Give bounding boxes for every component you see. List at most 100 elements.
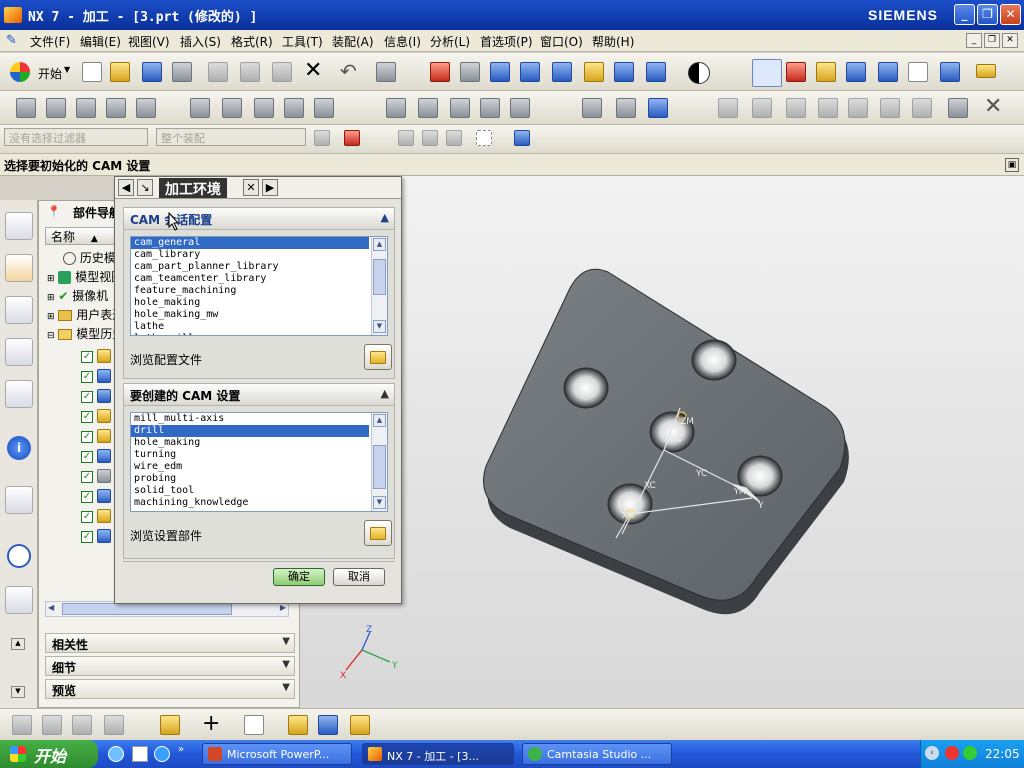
tool-holder-icon[interactable]: [288, 715, 308, 735]
menu-analysis[interactable]: 分析(L): [430, 33, 470, 50]
config-item[interactable]: hole_making_mw: [131, 309, 369, 321]
machine-tool-icon[interactable]: [582, 98, 602, 118]
graphics-window[interactable]: ZM ZC YC XC XM YM Y Z Y X: [300, 176, 1024, 708]
menu-format[interactable]: 格式(R): [231, 33, 273, 50]
visible-checkbox[interactable]: ✓: [81, 470, 93, 483]
browse-config-button[interactable]: [364, 344, 392, 370]
start-button[interactable]: 开始: [0, 740, 98, 768]
menu-window[interactable]: 窗口(O): [540, 33, 583, 50]
show-desktop-icon[interactable]: [108, 746, 124, 762]
setup-item[interactable]: drill: [131, 425, 369, 437]
snap-center-icon[interactable]: [446, 130, 462, 146]
assembly-filter-combo[interactable]: 整个装配: [156, 128, 306, 146]
tray-record-icon[interactable]: [945, 746, 959, 760]
transform-icon[interactable]: [480, 98, 500, 118]
shade-icon[interactable]: [688, 62, 710, 84]
dialog-reset-icon[interactable]: ↘: [137, 179, 153, 196]
csys-icon[interactable]: [786, 62, 806, 82]
copy-icon[interactable]: [240, 62, 260, 82]
menu-file[interactable]: 文件(F): [30, 33, 70, 50]
scroll-up-icon[interactable]: ▲: [373, 414, 386, 427]
feature-row[interactable]: ✓: [81, 429, 111, 443]
scroll-down-icon[interactable]: ▼: [373, 320, 386, 333]
surface-icon[interactable]: [752, 98, 772, 118]
resbar-scroll-up-icon[interactable]: ▲: [11, 638, 25, 650]
wcs-icon[interactable]: [752, 59, 782, 87]
machine-navigator-icon[interactable]: [5, 338, 33, 366]
dialog-expand-right-icon[interactable]: ▶: [262, 179, 278, 196]
config-item[interactable]: feature_machining: [131, 285, 369, 297]
search-icon[interactable]: [848, 98, 868, 118]
part-navigator-icon[interactable]: [5, 254, 33, 282]
resbar-scroll-down-icon[interactable]: ▼: [11, 686, 25, 698]
pin-icon[interactable]: 📍: [47, 205, 61, 218]
replay-path-icon[interactable]: [222, 98, 242, 118]
doc-restore-button[interactable]: ❐: [984, 33, 1000, 48]
config-item[interactable]: cam_library: [131, 249, 369, 261]
fit-icon[interactable]: [430, 62, 450, 82]
scroll-left-icon[interactable]: ◀: [48, 603, 54, 612]
print-icon[interactable]: [172, 62, 192, 82]
visible-checkbox[interactable]: ✓: [81, 370, 93, 383]
chevron-up-icon[interactable]: ▲: [381, 211, 389, 224]
roles-icon[interactable]: [5, 586, 33, 614]
dialog-close-icon[interactable]: ✕: [243, 179, 259, 196]
create-operation-icon[interactable]: [136, 98, 156, 118]
task-camtasia[interactable]: Camtasia Studio ...: [522, 743, 672, 765]
rotate-icon[interactable]: [552, 62, 572, 82]
setup-list-scrollbar[interactable]: ▲ ▼: [371, 413, 387, 511]
crosshair-icon[interactable]: +: [202, 712, 220, 736]
config-item[interactable]: hole_making: [131, 297, 369, 309]
setup-item[interactable]: solid_tool: [131, 485, 369, 497]
visible-checkbox[interactable]: ✓: [81, 510, 93, 523]
history-clock-icon[interactable]: [7, 544, 31, 568]
config-item[interactable]: cam_teamcenter_library: [131, 273, 369, 285]
expand-icon[interactable]: ⊞: [47, 293, 55, 303]
magnify-icon[interactable]: [520, 62, 540, 82]
cue-expand-icon[interactable]: ▣: [1005, 158, 1019, 172]
bottom-tool-4-icon[interactable]: [104, 715, 124, 735]
visible-checkbox[interactable]: ✓: [81, 430, 93, 443]
quick-launch-icon[interactable]: [132, 746, 148, 762]
feature-row[interactable]: ✓: [81, 409, 111, 423]
feature-row[interactable]: ✓: [81, 469, 111, 483]
menu-info[interactable]: 信息(I): [384, 33, 421, 50]
scroll-up-icon[interactable]: ▲: [373, 238, 386, 251]
paste-icon[interactable]: [272, 62, 292, 82]
feature-row[interactable]: ✓: [81, 489, 111, 503]
scroll-thumb[interactable]: [373, 259, 386, 295]
visible-checkbox[interactable]: ✓: [81, 530, 93, 543]
setup-item[interactable]: mill_multi-axis: [131, 413, 369, 425]
assembly-navigator-icon[interactable]: [5, 212, 33, 240]
browse-setup-button[interactable]: [364, 520, 392, 546]
visible-checkbox[interactable]: ✓: [81, 490, 93, 503]
tray-arrow-icon[interactable]: ‹: [925, 746, 939, 760]
zoom-window-icon[interactable]: [460, 62, 480, 82]
bottom-tool-1-icon[interactable]: [12, 715, 32, 735]
setup-item[interactable]: wire_edm: [131, 461, 369, 473]
zoom-icon[interactable]: [490, 62, 510, 82]
create-tool-icon[interactable]: [46, 98, 66, 118]
blank-icon[interactable]: [318, 715, 338, 735]
ie-icon[interactable]: [154, 746, 170, 762]
color-palette-icon[interactable]: [160, 715, 180, 735]
object-icon[interactable]: [510, 98, 530, 118]
create-method-icon[interactable]: [106, 98, 126, 118]
snap-icon[interactable]: [816, 62, 836, 82]
new-file-icon[interactable]: [82, 62, 102, 82]
scroll-thumb[interactable]: [62, 603, 232, 615]
feature-navigator-icon[interactable]: [5, 380, 33, 408]
add-icon[interactable]: [818, 98, 838, 118]
config-item[interactable]: cam_general: [131, 237, 369, 249]
setup-item[interactable]: hole_making: [131, 437, 369, 449]
config-item[interactable]: lathe_mill: [131, 333, 369, 335]
cancel-tool-icon[interactable]: ✕: [984, 94, 1002, 119]
ok-button[interactable]: 确定: [273, 568, 325, 586]
feature-row[interactable]: ✓: [81, 349, 111, 363]
section-details[interactable]: 细节 ▼: [45, 656, 295, 676]
cut-icon[interactable]: [208, 62, 228, 82]
cube-select-icon[interactable]: [514, 130, 530, 146]
maximize-button[interactable]: ❐: [977, 4, 998, 25]
snap-end-icon[interactable]: [398, 130, 414, 146]
selection-icon[interactable]: [376, 62, 396, 82]
